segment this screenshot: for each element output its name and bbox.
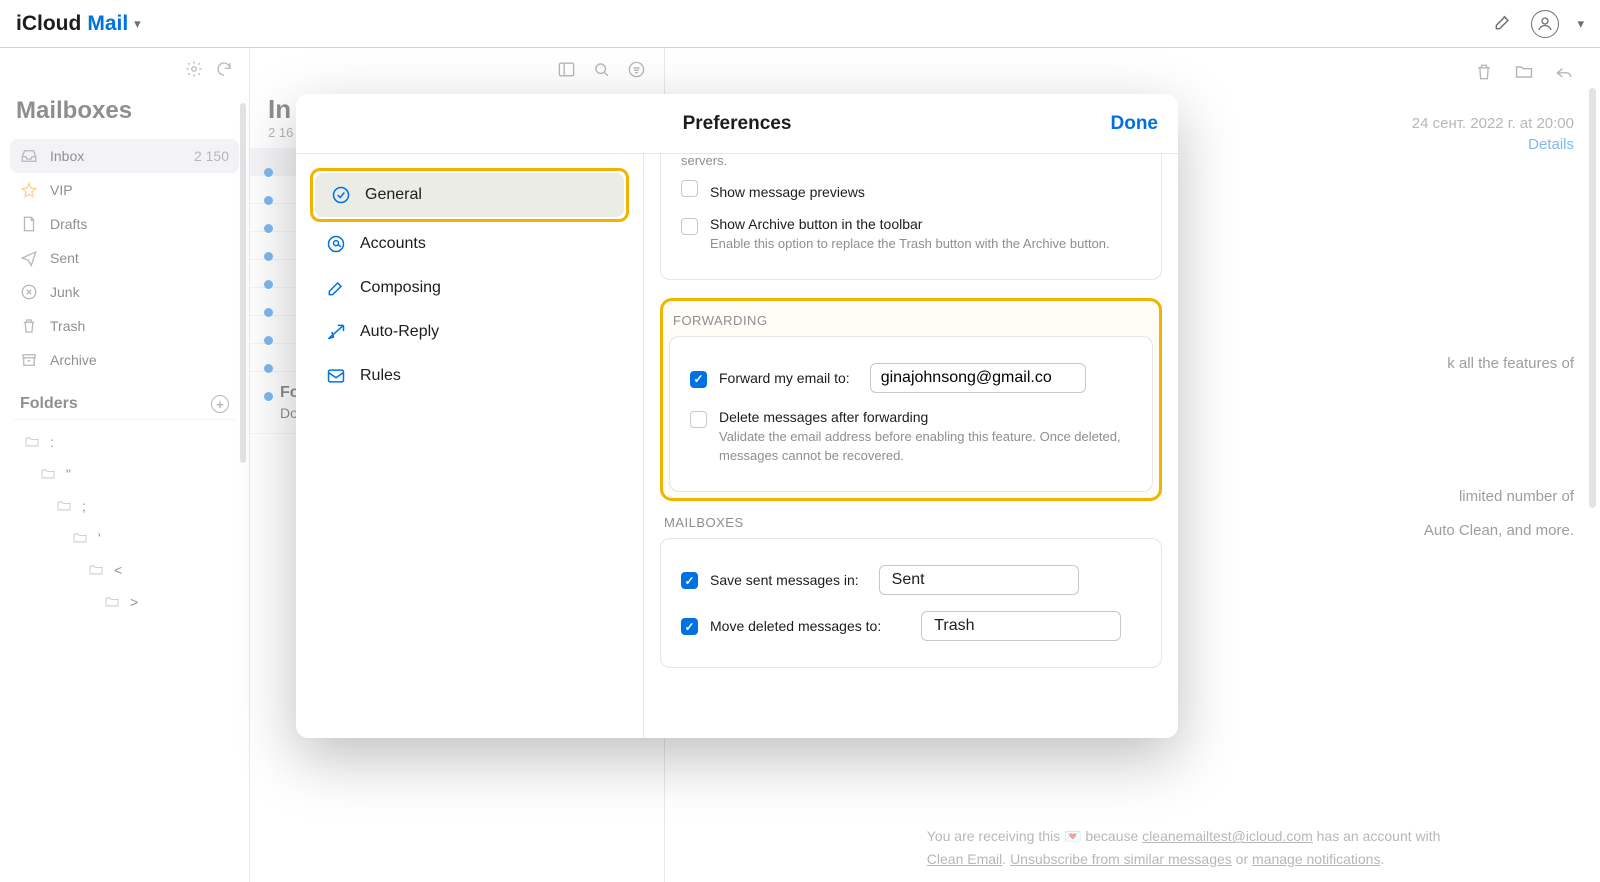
remote-content-hint-tail: servers. — [681, 154, 1141, 170]
sidebar-item-label: Archive — [50, 352, 97, 368]
message-datetime: 24 сент. 2022 г. at 20:00 — [1412, 115, 1574, 132]
footer-link[interactable]: Unsubscribe from similar messages — [1010, 851, 1232, 867]
forward-checkbox[interactable] — [690, 371, 707, 388]
folder-item[interactable]: ' — [10, 522, 239, 554]
nav-auto-reply[interactable]: Auto-Reply — [310, 310, 629, 354]
preferences-dialog: Preferences Done General Accounts Compos… — [296, 94, 1178, 738]
compose-icon[interactable] — [1493, 12, 1513, 35]
dialog-content: servers. Show message previews Show Arch… — [644, 154, 1178, 738]
brand[interactable]: iCloud Mail ▾ — [16, 12, 141, 36]
chevron-down-icon[interactable]: ▾ — [134, 16, 141, 32]
show-archive-hint: Enable this option to replace the Trash … — [710, 235, 1141, 253]
sidebar-item-vip[interactable]: VIP — [10, 173, 239, 207]
details-link[interactable]: Details — [1528, 136, 1574, 153]
done-button[interactable]: Done — [1111, 113, 1159, 135]
dialog-nav: General Accounts Composing Auto-Reply Ru… — [296, 154, 644, 738]
move-deleted-checkbox[interactable] — [681, 618, 698, 635]
nav-composing[interactable]: Composing — [310, 266, 629, 310]
reply-icon[interactable] — [1554, 62, 1574, 85]
sidebar-item-trash[interactable]: Trash — [10, 309, 239, 343]
nav-accounts[interactable]: Accounts — [310, 222, 629, 266]
save-sent-select[interactable]: Sent — [879, 565, 1079, 595]
sidebar-item-archive[interactable]: Archive — [10, 343, 239, 377]
show-previews-checkbox[interactable] — [681, 180, 698, 197]
show-archive-label: Show Archive button in the toolbar — [710, 216, 922, 232]
add-folder-button[interactable]: + — [211, 395, 229, 413]
brand-mail: Mail — [87, 12, 128, 36]
delete-after-forward-label: Delete messages after forwarding — [719, 409, 928, 425]
sidebar-item-label: Junk — [50, 284, 80, 300]
folder-item[interactable]: " — [10, 458, 239, 490]
forward-label: Forward my email to: — [719, 370, 850, 386]
sidebar-scrollbar[interactable] — [240, 103, 246, 463]
sidebar-item-label: Trash — [50, 318, 85, 334]
save-sent-checkbox[interactable] — [681, 572, 698, 589]
nav-rules[interactable]: Rules — [310, 354, 629, 398]
folder-item[interactable]: > — [10, 586, 239, 618]
sidebar-item-label: Inbox — [50, 148, 84, 164]
move-deleted-select[interactable]: Trash — [921, 611, 1121, 641]
sidebar-title: Mailboxes — [10, 89, 239, 139]
account-avatar[interactable] — [1531, 10, 1559, 38]
reader-scrollbar[interactable] — [1589, 88, 1596, 508]
highlight-general: General — [310, 168, 629, 222]
forward-email-input[interactable] — [870, 363, 1086, 393]
footer-email-link[interactable]: cleanemailtest@icloud.com — [1142, 828, 1313, 844]
dialog-title: Preferences — [683, 113, 792, 135]
pane-toggle-icon[interactable] — [557, 60, 576, 82]
sidebar-item-inbox[interactable]: Inbox 2 150 — [10, 139, 239, 173]
footer-link[interactable]: manage notifications — [1252, 851, 1380, 867]
sidebar-item-label: Sent — [50, 250, 79, 266]
delete-icon[interactable] — [1474, 62, 1494, 85]
refresh-icon[interactable] — [215, 60, 233, 81]
mailboxes-section-label: Mailboxes — [664, 515, 1158, 530]
save-sent-label: Save sent messages in: — [710, 572, 859, 588]
filter-icon[interactable] — [627, 60, 646, 82]
forwarding-section-label: Forwarding — [673, 307, 1149, 328]
move-deleted-label: Move deleted messages to: — [710, 618, 881, 634]
inbox-count: 2 150 — [194, 148, 229, 164]
unread-dot — [264, 392, 273, 401]
footer-link[interactable]: Clean Email — [927, 851, 1002, 867]
nav-general[interactable]: General — [315, 173, 624, 217]
forwarding-highlight: Forwarding Forward my email to: Delete m… — [660, 298, 1162, 500]
sidebar-item-sent[interactable]: Sent — [10, 241, 239, 275]
sidebar-item-drafts[interactable]: Drafts — [10, 207, 239, 241]
chevron-down-icon[interactable]: ▾ — [1577, 16, 1584, 32]
delete-after-forward-checkbox[interactable] — [690, 411, 707, 428]
top-bar: iCloud Mail ▾ ▾ — [0, 0, 1600, 48]
gear-icon[interactable] — [185, 60, 203, 81]
brand-cloud: iCloud — [16, 12, 81, 36]
delete-after-forward-hint: Validate the email address before enabli… — [719, 428, 1132, 464]
folder-item[interactable]: < — [10, 554, 239, 586]
sidebar: Mailboxes Inbox 2 150 VIP Drafts Sent Ju… — [0, 48, 250, 882]
search-icon[interactable] — [592, 60, 611, 82]
show-archive-checkbox[interactable] — [681, 218, 698, 235]
folder-item[interactable]: : — [10, 426, 239, 458]
folder-item[interactable]: ; — [10, 490, 239, 522]
sidebar-item-label: VIP — [50, 182, 73, 198]
folders-title: Folders — [20, 395, 78, 413]
sidebar-item-junk[interactable]: Junk — [10, 275, 239, 309]
move-icon[interactable] — [1514, 62, 1534, 85]
sidebar-item-label: Drafts — [50, 216, 87, 232]
message-footer: You are receiving this 💌 because cleanem… — [927, 825, 1570, 870]
show-previews-label: Show message previews — [710, 184, 865, 200]
